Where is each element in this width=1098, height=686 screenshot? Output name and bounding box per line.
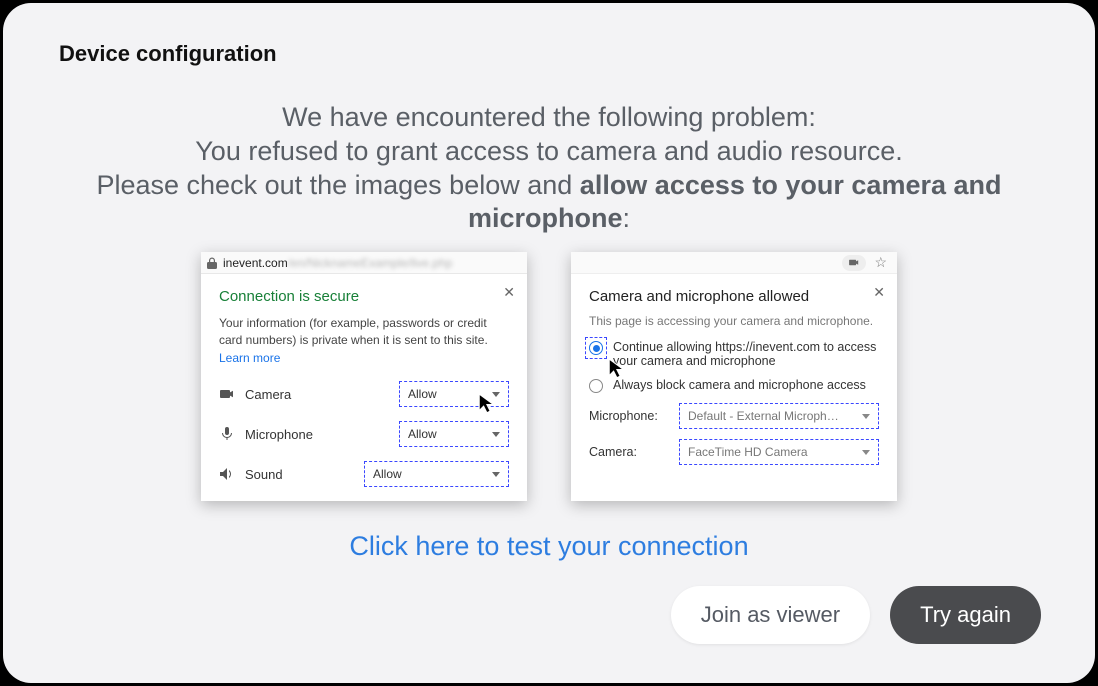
cam-label: Camera: xyxy=(589,445,669,459)
modal-title: Device configuration xyxy=(49,41,1049,67)
perm-row-microphone: Microphone Allow xyxy=(219,421,509,447)
radio-row-allow[interactable]: Continue allowing https://inevent.com to… xyxy=(589,340,879,368)
camera-chip-icon xyxy=(842,255,866,271)
connection-secure-desc: Your information (for example, passwords… xyxy=(219,315,509,367)
mic-label: Microphone: xyxy=(589,409,669,423)
radio-allow[interactable] xyxy=(589,341,603,355)
device-row-camera: Camera: FaceTime HD Camera xyxy=(589,439,879,465)
camera-icon xyxy=(219,389,235,399)
permissions-title: Camera and microphone allowed xyxy=(589,288,879,305)
lock-icon xyxy=(205,257,219,269)
perm-row-sound: Sound Allow xyxy=(219,461,509,487)
sound-allow-select[interactable]: Allow xyxy=(364,461,509,487)
secure-popup-example: inevent.com/en/NicknameExample/live.php … xyxy=(201,252,527,501)
url-domain: inevent.com xyxy=(223,256,288,270)
mic-device-select[interactable]: Default - External Microph… xyxy=(679,403,879,429)
sound-icon xyxy=(219,468,235,480)
msg-line2: You refused to grant access to camera an… xyxy=(49,135,1049,169)
test-connection-link[interactable]: Click here to test your connection xyxy=(49,531,1049,562)
device-config-modal: Device configuration We have encountered… xyxy=(3,3,1095,683)
camera-device-select[interactable]: FaceTime HD Camera xyxy=(679,439,879,465)
close-icon[interactable]: ✕ xyxy=(873,284,885,301)
msg-line3: Please check out the images below and al… xyxy=(49,169,1049,237)
close-icon[interactable]: ✕ xyxy=(503,284,515,301)
permissions-popup-example: ☆ ✕ Camera and microphone allowed This p… xyxy=(571,252,897,501)
perm-mic-label: Microphone xyxy=(245,427,389,442)
help-images-row: inevent.com/en/NicknameExample/live.php … xyxy=(49,252,1049,501)
join-as-viewer-button[interactable]: Join as viewer xyxy=(671,586,870,644)
msg-line1: We have encountered the following proble… xyxy=(49,101,1049,135)
url-bar: inevent.com/en/NicknameExample/live.php xyxy=(201,252,527,274)
radio-row-block[interactable]: Always block camera and microphone acces… xyxy=(589,378,879,393)
star-icon: ☆ xyxy=(874,254,887,271)
perm-camera-label: Camera xyxy=(245,387,389,402)
perm-row-camera: Camera Allow xyxy=(219,381,509,407)
url-path: /en/NicknameExample/live.php xyxy=(288,256,453,270)
microphone-icon xyxy=(219,427,235,441)
mic-allow-select[interactable]: Allow xyxy=(399,421,509,447)
try-again-button[interactable]: Try again xyxy=(890,586,1041,644)
error-message: We have encountered the following proble… xyxy=(49,101,1049,236)
camera-allow-select[interactable]: Allow xyxy=(399,381,509,407)
modal-actions: Join as viewer Try again xyxy=(49,586,1049,644)
radio-allow-label: Continue allowing https://inevent.com to… xyxy=(613,340,879,368)
perm-sound-label: Sound xyxy=(245,467,354,482)
radio-block-label: Always block camera and microphone acces… xyxy=(613,378,866,392)
device-row-mic: Microphone: Default - External Microph… xyxy=(589,403,879,429)
learn-more-link[interactable]: Learn more xyxy=(219,351,280,365)
connection-secure-title: Connection is secure xyxy=(219,288,509,305)
permissions-subtitle: This page is accessing your camera and m… xyxy=(589,313,879,330)
radio-block[interactable] xyxy=(589,379,603,393)
omnibox-right: ☆ xyxy=(571,252,897,274)
